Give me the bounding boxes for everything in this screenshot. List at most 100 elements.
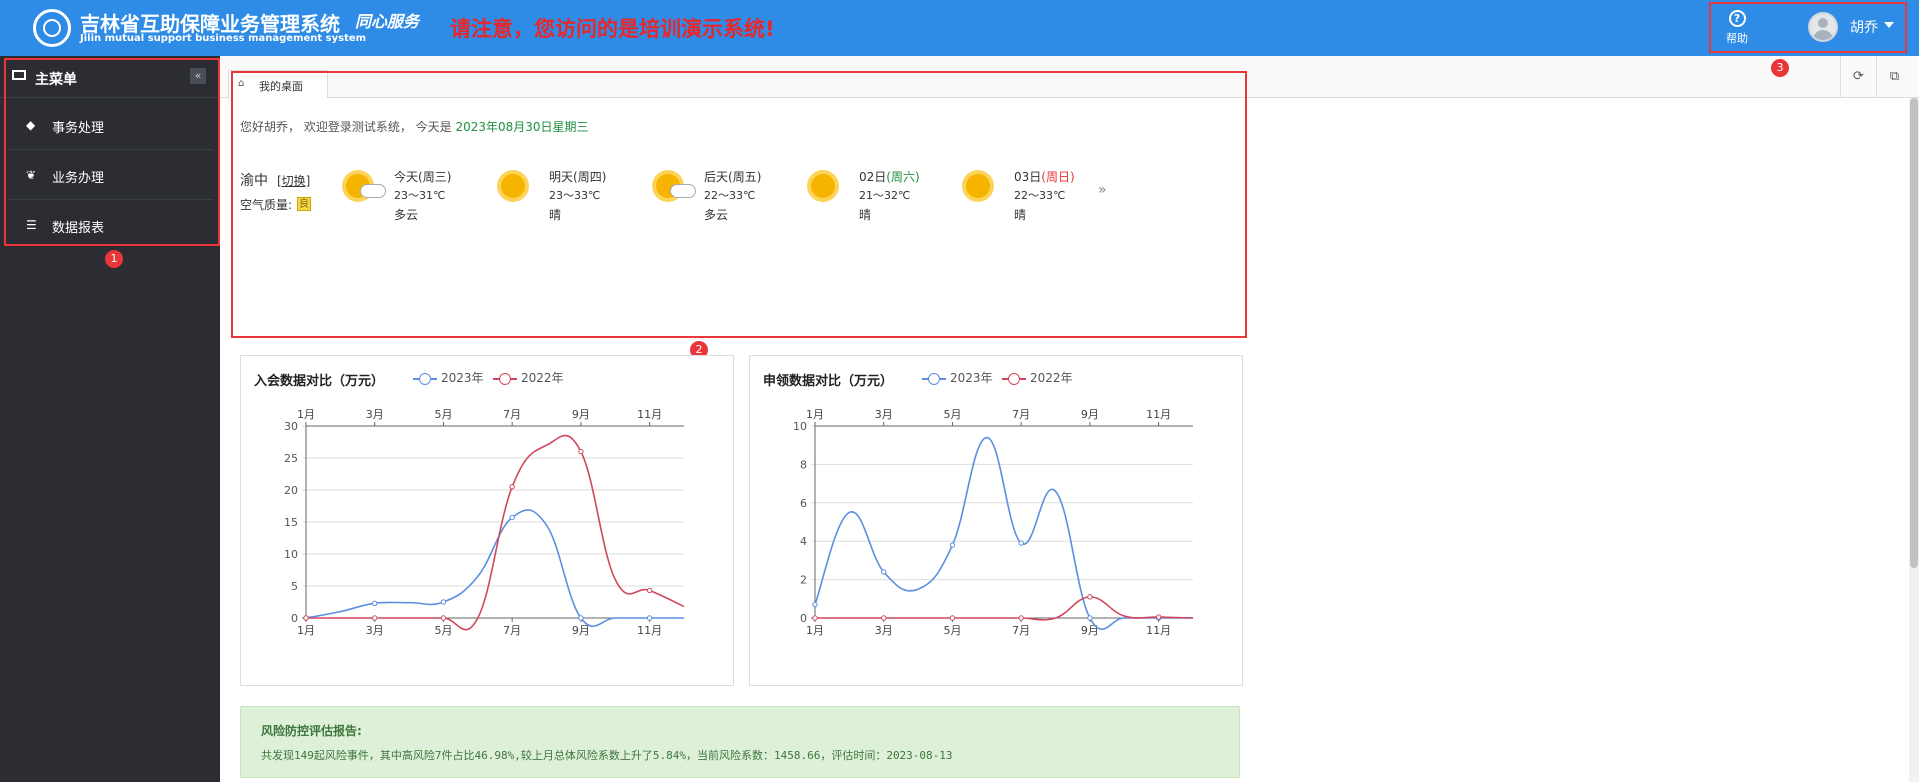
- legend-item[interactable]: 2023年: [922, 369, 993, 386]
- series-point: [949, 615, 956, 621]
- weather-day: 后天(周五) 22～33℃ 多云: [640, 168, 790, 228]
- series-point: [881, 569, 887, 575]
- weather-more-icon[interactable]: »: [1098, 182, 1107, 198]
- weather-temp: 23～31℃: [394, 189, 446, 202]
- series-point: [1155, 614, 1162, 620]
- x-tick-label-bottom: 5月: [943, 624, 961, 637]
- greeting: 您好胡乔， 欢迎登录测试系统， 今天是 2023年08月30日星期三: [240, 118, 589, 135]
- stat-card-new-units[interactable]: 0 昨日新增单位: [744, 270, 902, 332]
- x-tick-label-bottom: 7月: [1012, 624, 1030, 637]
- series-point: [1087, 615, 1093, 621]
- risk-report: 风险防控评估报告: 共发现149起风险事件，其中高风险7件占比46.98%,较上…: [240, 706, 1240, 778]
- stat-card-pending-claims[interactable]: 29 待办理申领: [576, 270, 734, 332]
- weather-day-label: 后天: [704, 170, 729, 184]
- x-tick-label-top: 9月: [1081, 408, 1099, 421]
- y-tick-label: 2: [800, 574, 807, 587]
- city-switch-link[interactable]: [切换]: [277, 172, 310, 189]
- weather-day: 02日(周六) 21～32℃ 晴: [795, 168, 945, 228]
- x-tick-label-top: 11月: [637, 408, 662, 421]
- weather-temp: 21～32℃: [859, 189, 911, 202]
- annotation-badge: 3: [1771, 59, 1789, 77]
- series-point: [812, 601, 818, 608]
- slogan: 同心服务: [355, 12, 420, 31]
- weather-day: 03日(周日) 22～33℃ 晴: [950, 168, 1100, 228]
- cloud-icon: [670, 184, 696, 198]
- x-tick-label-bottom: 11月: [637, 624, 662, 637]
- weather-condition: 晴: [549, 208, 562, 222]
- legend-label: 2023年: [950, 371, 993, 385]
- line-chart-claims: 02468101月1月3月3月5月5月7月7月9月9月11月11月: [793, 408, 1194, 637]
- stat-value: 0: [1095, 278, 1109, 302]
- y-tick-label: 20: [284, 484, 298, 497]
- series-point: [881, 615, 887, 621]
- risk-text: 共发现149起风险事件，其中高风险7件占比46.98%,较上月总体风险系数上升了…: [261, 749, 953, 762]
- x-tick-label-top: 9月: [572, 408, 590, 421]
- air-quality-label: 空气质量:: [240, 198, 293, 212]
- x-tick-label-top: 5月: [943, 408, 961, 421]
- weather-day-label: 今天: [394, 170, 419, 184]
- series-point: [440, 599, 447, 605]
- air-quality-badge: 良: [297, 197, 311, 211]
- x-tick-label-top: 3月: [875, 408, 893, 421]
- stat-card-yesterday-claims[interactable]: 0 昨日申领: [1081, 270, 1239, 332]
- stat-card-pending-units[interactable]: 0 待审核单位: [240, 270, 398, 332]
- series-point: [372, 600, 378, 606]
- scrollbar[interactable]: [1909, 98, 1919, 782]
- y-tick-label: 4: [800, 535, 807, 548]
- x-tick-label-bottom: 9月: [572, 624, 590, 637]
- sun-icon: [966, 174, 990, 198]
- y-tick-label: 10: [793, 420, 807, 433]
- stat-label: 待审核单位: [254, 310, 315, 324]
- annotation-box-header: [1709, 2, 1907, 53]
- series-point: [1087, 594, 1093, 600]
- series-point: [646, 615, 653, 621]
- stat-label: 待办理入会: [422, 310, 483, 324]
- legend-label: 2023年: [441, 371, 484, 385]
- series-line: [305, 509, 684, 627]
- stat-label: 昨日入会: [926, 310, 975, 324]
- fullscreen-icon[interactable]: ⧉: [1876, 56, 1912, 98]
- y-tick-label: 25: [284, 452, 298, 465]
- series-line: [306, 434, 685, 631]
- legend-label: 2022年: [1030, 371, 1073, 385]
- sun-icon: [501, 174, 525, 198]
- training-warning: 请注意，您访问的是培训演示系统!: [450, 17, 775, 41]
- line-chart-membership: 0510152025301月1月3月3月5月5月7月7月9月9月11月11月: [284, 408, 685, 637]
- stat-value: 29: [590, 278, 618, 302]
- stat-value: 1: [926, 278, 940, 302]
- chart-panel-claims: 申领数据对比（万元） 2023年 2022年 0 2 4 6 8 10 1月 1月 3月 3月 5月…: [749, 355, 1243, 686]
- x-tick-label-bottom: 3月: [366, 624, 384, 637]
- stat-card-yesterday-joined[interactable]: 1 昨日入会: [912, 270, 1070, 332]
- stat-value: 0: [254, 278, 268, 302]
- risk-title: 风险防控评估报告:: [261, 724, 362, 738]
- x-tick-label-top: 7月: [1012, 408, 1030, 421]
- series-point: [812, 615, 818, 621]
- weather-day-label: 03日: [1014, 170, 1042, 184]
- x-tick-label-bottom: 7月: [503, 624, 521, 637]
- chart-title: 入会数据对比（万元）: [254, 374, 385, 389]
- chart-title: 申领数据对比（万元）: [763, 374, 894, 389]
- series-point: [303, 615, 309, 621]
- series-point: [1018, 615, 1024, 621]
- legend-item[interactable]: 2022年: [493, 369, 564, 386]
- weather-condition: 晴: [859, 208, 872, 222]
- scrollbar-thumb[interactable]: [1910, 98, 1918, 568]
- series-point: [509, 514, 515, 521]
- y-tick-label: 5: [291, 580, 298, 593]
- weather-day-label: 明天: [549, 170, 574, 184]
- stat-label: 昨日新增单位: [758, 310, 831, 324]
- greeting-text: 您好胡乔， 欢迎登录测试系统， 今天是: [240, 120, 456, 134]
- series-point: [578, 615, 584, 621]
- series-point: [440, 615, 447, 621]
- x-tick-label-top: 3月: [366, 408, 384, 421]
- y-tick-label: 8: [800, 458, 807, 471]
- chart-panel-membership: 入会数据对比（万元） 2023年 2022年 0 5 10 15 20 25 30 1月 1月 3…: [240, 355, 734, 686]
- cloud-icon: [360, 184, 386, 198]
- logo-icon: [33, 9, 71, 47]
- series-point: [646, 587, 653, 594]
- legend-item[interactable]: 2023年: [413, 369, 484, 386]
- weather-day-label: 02日: [859, 170, 887, 184]
- refresh-icon[interactable]: ⟳: [1840, 56, 1876, 98]
- stat-card-pending-membership[interactable]: 12 待办理入会: [408, 270, 566, 332]
- legend-item[interactable]: 2022年: [1002, 369, 1073, 386]
